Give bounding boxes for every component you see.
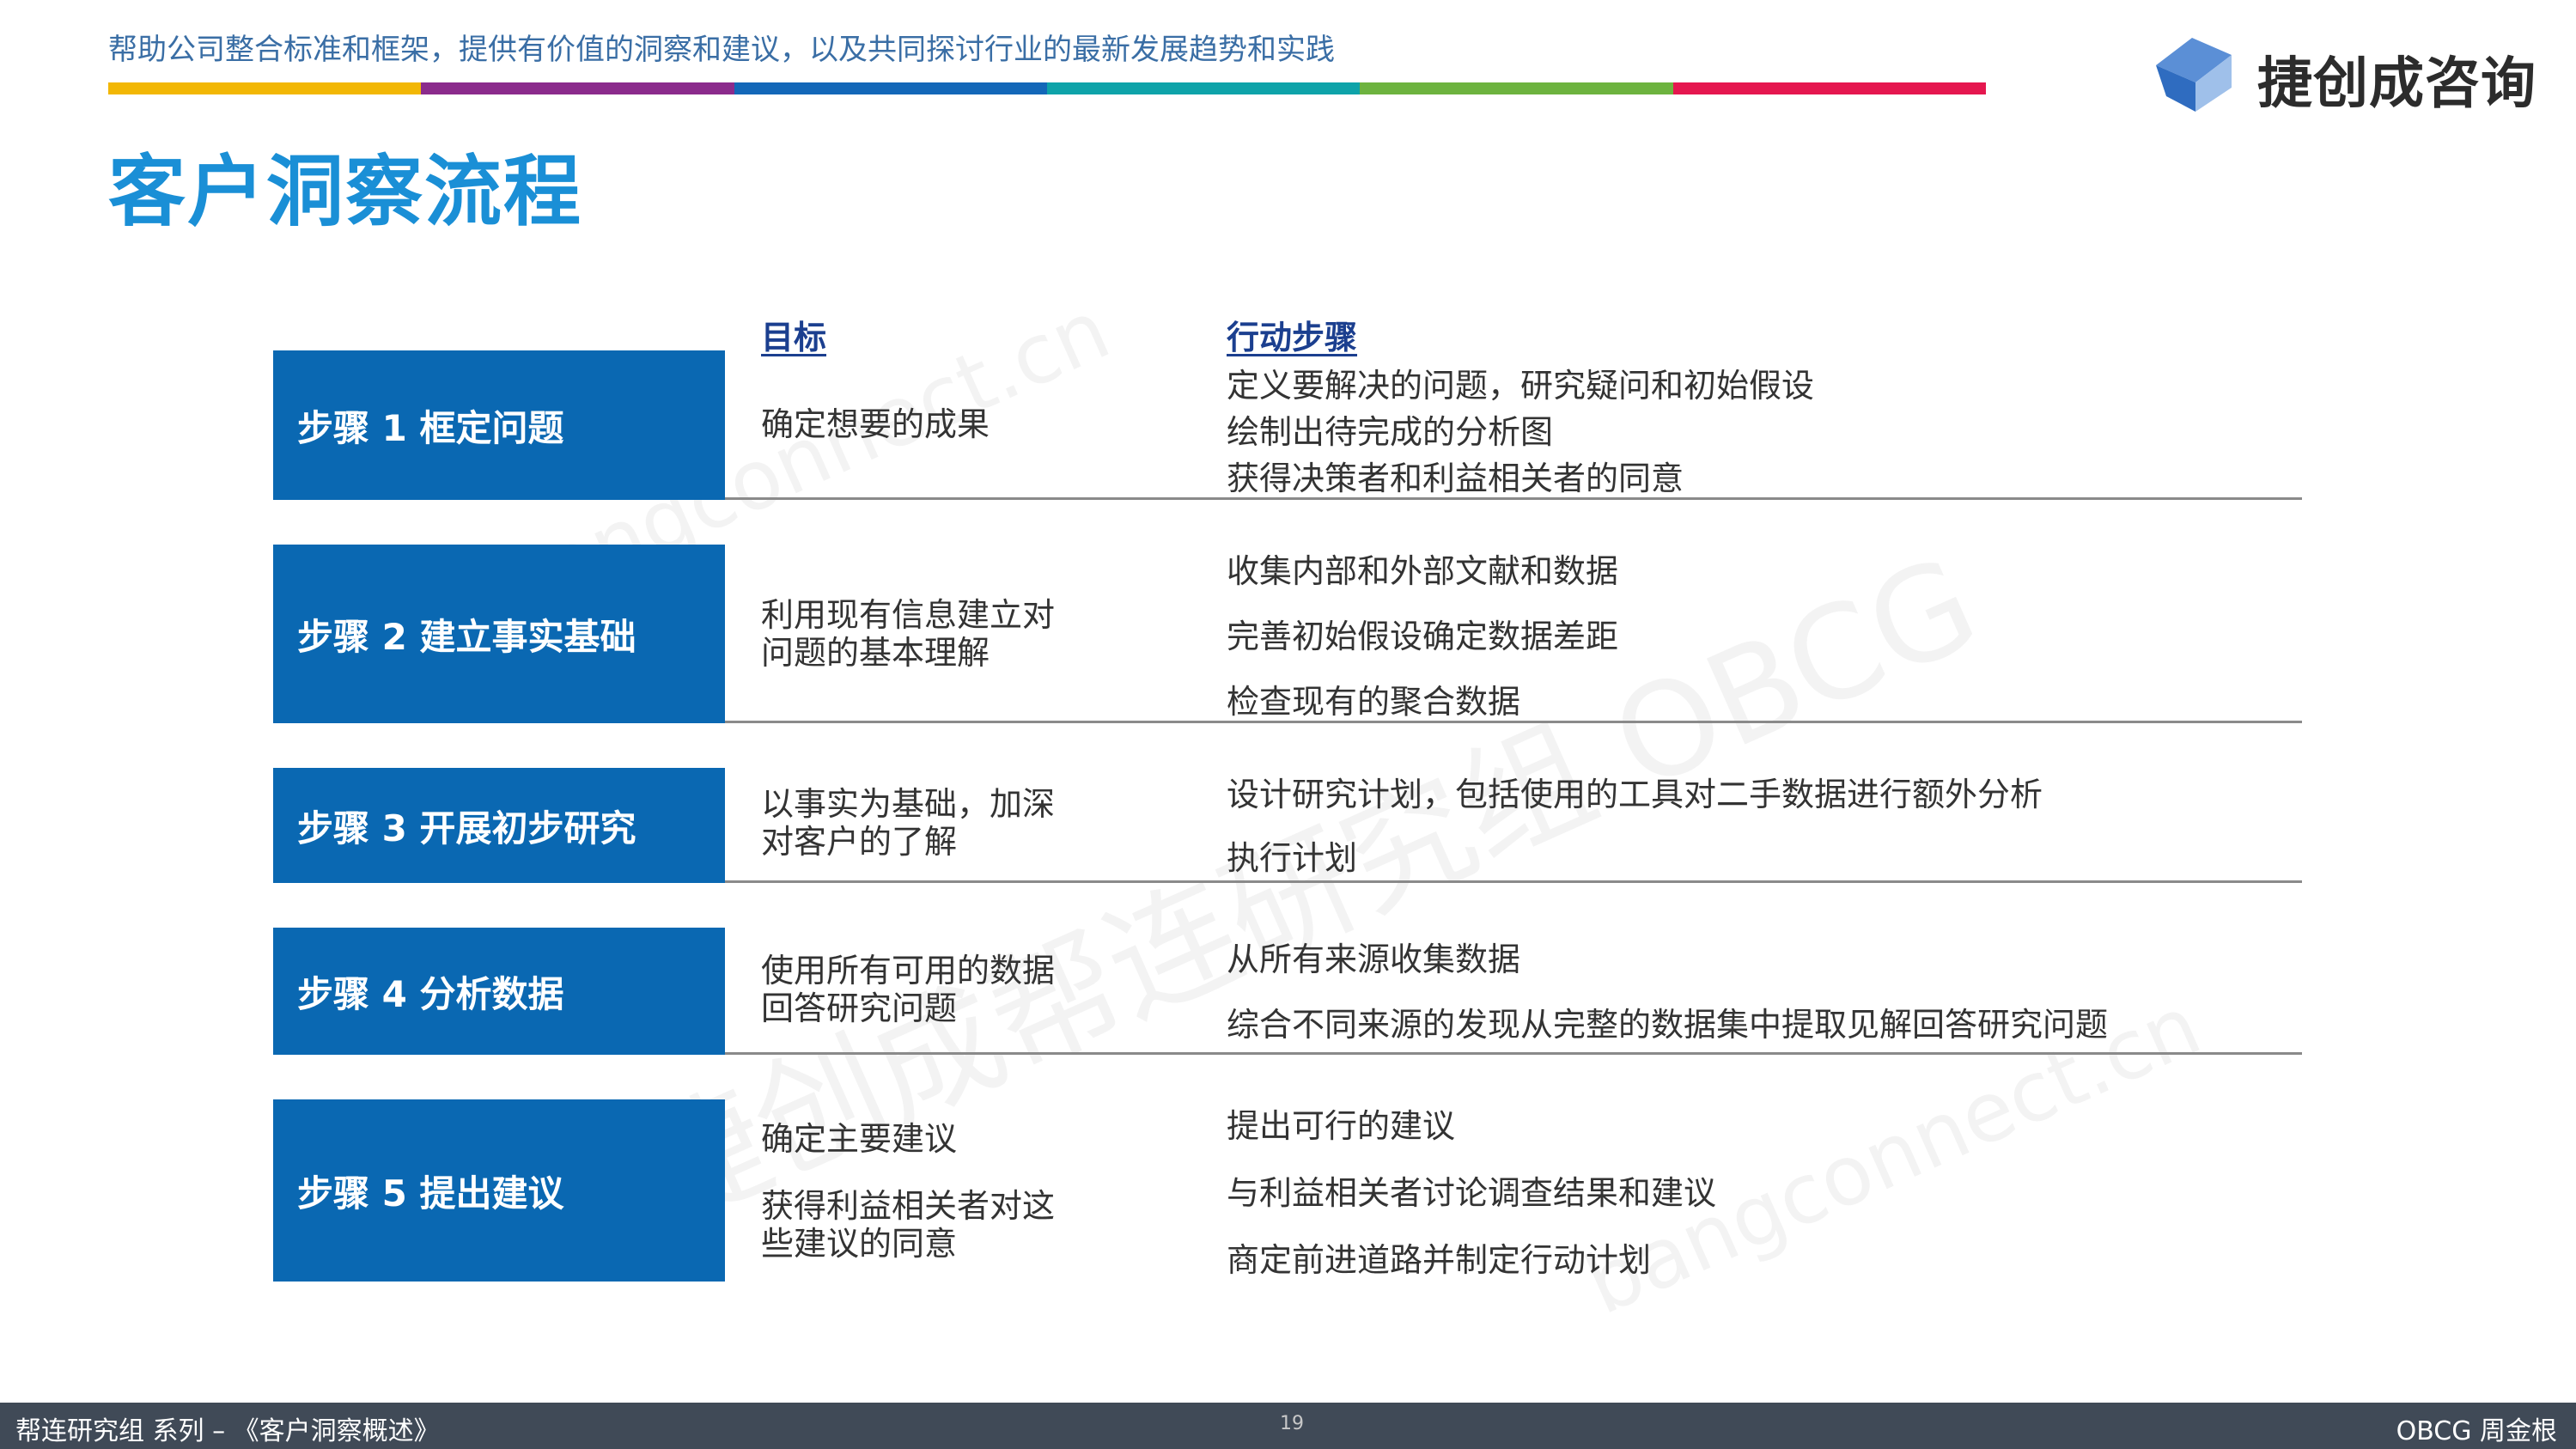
step-box: 步骤 5 提出建议 — [273, 1099, 725, 1282]
footer-bar: 帮连研究组 系列 – 《客户洞察概述》 19 OBCG 周金根 — [0, 1403, 2576, 1449]
action-item: 收集内部和外部文献和数据 — [1227, 552, 1619, 590]
step-goal: 使用所有可用的数据 回答研究问题 — [761, 952, 1055, 1027]
page-number: 19 — [1280, 1413, 1304, 1434]
header-tagline: 帮助公司整合标准和框架，提供有价值的洞察和建议，以及共同探讨行业的最新发展趋势和… — [108, 33, 1335, 67]
action-item: 定义要解决的问题，研究疑问和初始假设 — [1227, 367, 1815, 405]
action-item: 完善初始假设确定数据差距 — [1227, 618, 1619, 655]
step-label: 步骤 3 开展初步研究 — [297, 807, 636, 849]
color-bar-segment — [734, 82, 1047, 94]
header-color-bar — [108, 82, 1986, 94]
action-item: 获得决策者和利益相关者的同意 — [1227, 460, 1684, 497]
step-row: 步骤 1 框定问题 确定想要的成果 定义要解决的问题，研究疑问和初始假设 绘制出… — [273, 350, 2302, 500]
footer-series-title: 帮连研究组 系列 – 《客户洞察概述》 — [15, 1416, 440, 1446]
company-logo: 捷创成咨询 — [2147, 29, 2551, 116]
color-bar-segment — [1046, 82, 1361, 94]
action-item: 设计研究计划，包括使用的工具对二手数据进行额外分析 — [1227, 776, 2043, 813]
goal-text: 利用现有信息建立对 问题的基本理解 — [761, 596, 1056, 672]
action-item: 执行计划 — [1227, 839, 1358, 877]
step-goal: 确定主要建议 获得利益相关者对这 些建议的同意 — [761, 1120, 1055, 1263]
step-row: 步骤 5 提出建议 确定主要建议 获得利益相关者对这 些建议的同意 提出可行的建… — [273, 1099, 2302, 1282]
action-item: 从所有来源收集数据 — [1227, 941, 1521, 978]
color-bar-segment — [421, 82, 734, 94]
step-row: 步骤 3 开展初步研究 以事实为基础，加深 对客户的了解 设计研究计划，包括使用… — [273, 768, 2302, 883]
step-box: 步骤 1 框定问题 — [273, 350, 725, 500]
step-row: 步骤 2 建立事实基础 利用现有信息建立对 问题的基本理解 收集内部和外部文献和… — [273, 545, 2302, 723]
color-bar-segment — [1672, 82, 1986, 94]
color-bar-segment — [1360, 82, 1673, 94]
goal-text: 确定想要的成果 — [761, 405, 990, 443]
step-divider — [725, 1052, 2302, 1055]
color-bar-segment — [108, 82, 422, 94]
step-row: 步骤 4 分析数据 使用所有可用的数据 回答研究问题 从所有来源收集数据 综合不… — [273, 928, 2302, 1055]
action-item: 商定前进道路并制定行动计划 — [1227, 1241, 1652, 1279]
step-divider — [725, 880, 2302, 883]
step-box: 步骤 2 建立事实基础 — [273, 545, 725, 723]
goal-text: 确定主要建议 — [761, 1120, 958, 1158]
step-label: 步骤 5 提出建议 — [297, 1172, 564, 1215]
step-goal: 利用现有信息建立对 问题的基本理解 — [761, 596, 1055, 672]
goal-text: 以事实为基础，加深 对客户的了解 — [761, 785, 1056, 861]
goal-text: 使用所有可用的数据 回答研究问题 — [761, 952, 1056, 1027]
action-item: 提出可行的建议 — [1227, 1107, 1456, 1145]
action-item: 检查现有的聚合数据 — [1227, 683, 1521, 721]
step-goal: 确定想要的成果 — [761, 405, 990, 443]
step-box: 步骤 3 开展初步研究 — [273, 768, 725, 883]
footer-author: OBCG 周金根 — [2396, 1416, 2557, 1446]
step-box: 步骤 4 分析数据 — [273, 928, 725, 1055]
step-goal: 以事实为基础，加深 对客户的了解 — [761, 785, 1055, 861]
logo-text: 捷创成咨询 — [2257, 52, 2536, 116]
action-item: 与利益相关者讨论调查结果和建议 — [1227, 1174, 1717, 1212]
step-label: 步骤 1 框定问题 — [297, 406, 564, 449]
step-label: 步骤 4 分析数据 — [297, 972, 564, 1015]
page-title: 客户洞察流程 — [108, 147, 582, 237]
cube-logo-icon — [2156, 38, 2232, 112]
step-label: 步骤 2 建立事实基础 — [297, 615, 636, 658]
goal-text: 获得利益相关者对这 些建议的同意 — [761, 1187, 1056, 1263]
action-item: 综合不同来源的发现从完整的数据集中提取见解回答研究问题 — [1227, 1006, 2109, 1044]
action-item: 绘制出待完成的分析图 — [1227, 413, 1554, 451]
